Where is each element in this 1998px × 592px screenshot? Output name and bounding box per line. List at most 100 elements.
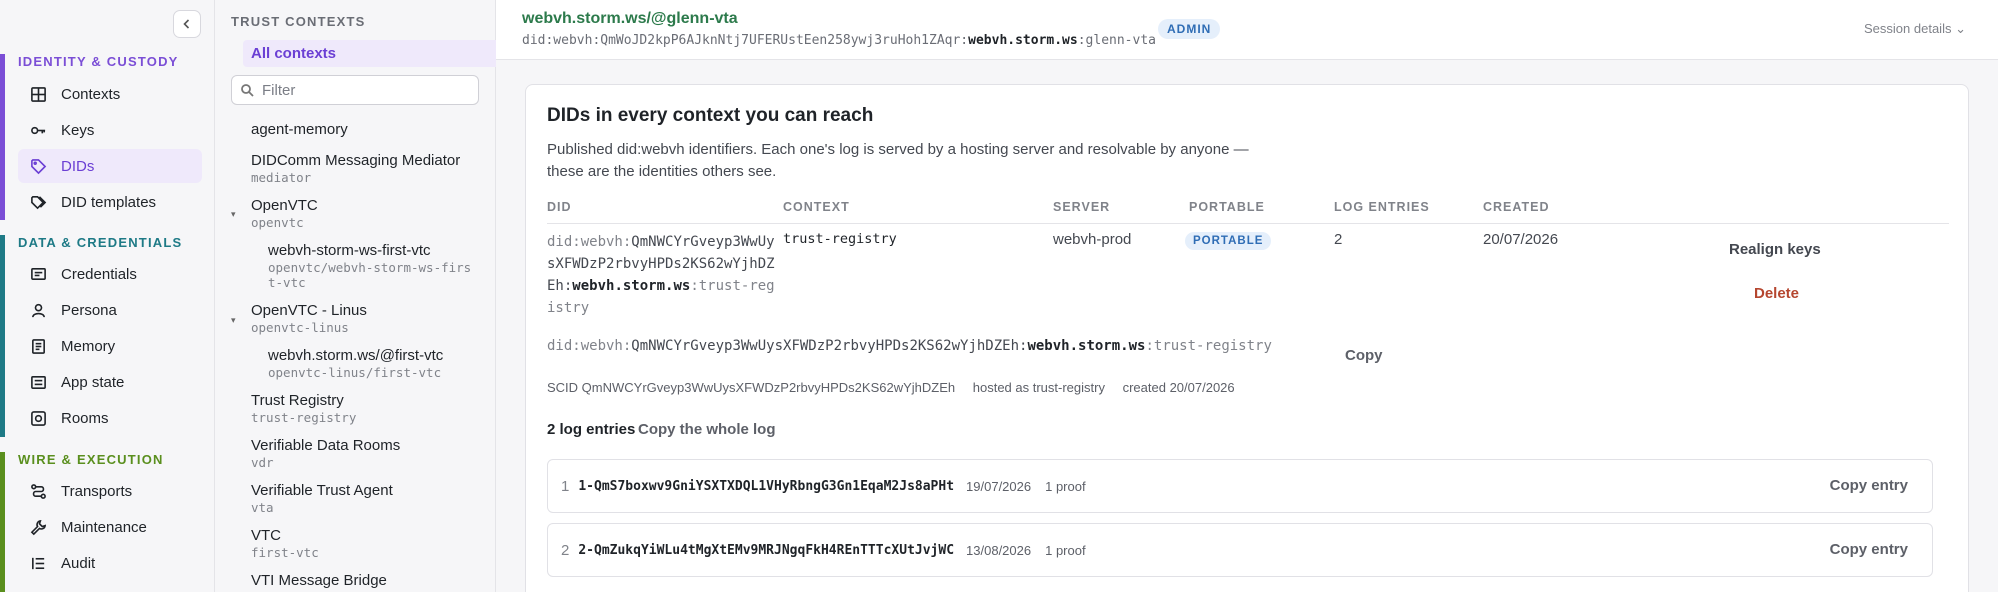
copy-did-button[interactable]: Copy xyxy=(1345,347,1383,364)
nav-item-transports[interactable]: Transports xyxy=(18,474,202,508)
did-prefix: did:webvh: xyxy=(547,338,632,354)
did-path: :glenn-vta xyxy=(1077,33,1156,48)
nav-item-rooms[interactable]: Rooms xyxy=(18,401,202,435)
did-host: webvh.storm.ws xyxy=(572,278,691,294)
context-item-mediator[interactable]: DIDComm Messaging Mediator mediator xyxy=(251,152,460,185)
session-details-button[interactable]: Session details ⌄ xyxy=(1864,21,1966,37)
created-value: 20/07/2026 xyxy=(1483,231,1559,248)
caret-down-icon[interactable]: ▾ xyxy=(231,209,236,220)
log-entry-date: 19/07/2026 xyxy=(966,478,1032,494)
main-content: webvh.storm.ws/@glenn-vta did:webvh:QmWo… xyxy=(496,0,1998,592)
nav-item-persona[interactable]: Persona xyxy=(18,293,202,327)
context-value: trust-registry xyxy=(783,231,897,247)
chevron-left-icon xyxy=(183,19,190,29)
context-item-vdr[interactable]: Verifiable Data Rooms vdr xyxy=(251,437,400,470)
document-icon xyxy=(29,337,47,355)
copy-entry-button[interactable]: Copy entry xyxy=(1830,477,1908,494)
full-did: did:webvh:QmNWCYrGveyp3WwUysXFWDzP2rbvyH… xyxy=(547,338,1272,354)
context-name: Trust Registry xyxy=(251,392,344,409)
header-divider xyxy=(547,223,1949,224)
nav-item-keys[interactable]: Keys xyxy=(18,113,202,147)
context-name: VTI Message Bridge xyxy=(251,572,387,589)
nav-item-label: Keys xyxy=(61,121,95,139)
list-icon xyxy=(29,554,47,572)
trust-contexts-panel: TRUST CONTEXTS All contexts agent-memory… xyxy=(215,0,496,592)
nav-item-label: DID templates xyxy=(61,193,157,211)
context-slug: openvtc xyxy=(251,215,304,230)
column-header-created: CREATED xyxy=(1483,200,1550,214)
nav-group-title: WIRE & EXECUTION xyxy=(18,452,164,467)
wrench-icon xyxy=(29,518,47,536)
context-slug: openvtc-linus/first-vtc xyxy=(268,365,442,380)
did-host: webvh.storm.ws xyxy=(1027,338,1146,354)
context-item-openvtc-linus[interactable]: OpenVTC - Linus openvtc-linus xyxy=(251,302,367,335)
log-heading: 2 log entries xyxy=(547,421,636,438)
panel-title: TRUST CONTEXTS xyxy=(231,14,366,29)
context-item-vta[interactable]: Verifiable Trust Agent vta xyxy=(251,482,393,515)
did-prefix: did:webvh: xyxy=(547,234,632,250)
context-name: VTC xyxy=(251,527,281,544)
copy-entry-button[interactable]: Copy entry xyxy=(1830,541,1908,558)
context-slug: trust-registry xyxy=(251,410,357,425)
nav-item-dids[interactable]: DIDs xyxy=(18,149,202,183)
filter-field[interactable] xyxy=(231,75,479,105)
nav-item-label: App state xyxy=(61,373,125,391)
nav-item-label: Transports xyxy=(61,482,133,500)
person-icon xyxy=(29,301,47,319)
nav-item-label: Contexts xyxy=(61,85,121,103)
nav-item-contexts[interactable]: Contexts xyxy=(18,77,202,111)
hosted-text: hosted as trust-registry xyxy=(972,380,1105,395)
nav-item-label: Rooms xyxy=(61,409,109,427)
column-header-log-entries: LOG ENTRIES xyxy=(1334,200,1430,214)
nav-item-audit[interactable]: Audit xyxy=(18,546,202,580)
nav-item-label: DIDs xyxy=(61,157,95,175)
delete-button[interactable]: Delete xyxy=(1754,285,1799,302)
nav-item-maintenance[interactable]: Maintenance xyxy=(18,510,202,544)
card-description: Published did:webvh identifiers. Each on… xyxy=(547,141,1249,180)
log-entry: 2 2-QmZukqYiWLu4tMgXtEMv9MRJNgqFkH4REnTT… xyxy=(547,523,1933,577)
nav-group-title: DATA & CREDENTIALS xyxy=(18,235,183,250)
context-slug: mediator xyxy=(251,170,312,185)
context-name: webvh-storm-ws-first-vtc xyxy=(268,242,431,259)
role-badge: ADMIN xyxy=(1158,19,1221,39)
context-slug: openvtc-linus xyxy=(251,320,349,335)
log-entry: 1 1-QmS7boxwv9GniYSXTXDQL1VHyRbngG3Gn1Eq… xyxy=(547,459,1933,513)
filter-input[interactable] xyxy=(262,81,462,99)
realign-keys-button[interactable]: Realign keys xyxy=(1729,241,1821,258)
context-item-trust-registry[interactable]: Trust Registry trust-registry xyxy=(251,392,356,425)
log-entry-proofs: 1 proof xyxy=(1045,478,1086,494)
group-accent-bar xyxy=(0,54,5,220)
column-header-context: CONTEXT xyxy=(783,200,850,214)
did-path: :trust-registry xyxy=(1145,338,1272,354)
nav-item-credentials[interactable]: Credentials xyxy=(18,257,202,291)
group-accent-bar xyxy=(0,235,5,437)
context-item-webvh-first-vtc[interactable]: webvh.storm.ws/@first-vtc openvtc-linus/… xyxy=(268,347,443,380)
did-host: webvh.storm.ws xyxy=(968,33,1078,48)
did-prefix: did:webvh: xyxy=(522,33,601,48)
context-slug: first-vtc xyxy=(251,545,319,560)
copy-whole-log-button[interactable]: Copy the whole log xyxy=(638,421,776,438)
server-value: webvh-prod xyxy=(1053,231,1132,248)
context-name: OpenVTC - Linus xyxy=(251,302,367,319)
nav-item-label: Persona xyxy=(61,301,117,319)
context-item-webvh-storm-ws-first-vtc[interactable]: webvh-storm-ws-first-vtc openvtc/webvh-s… xyxy=(268,242,473,290)
all-contexts-item[interactable]: All contexts xyxy=(243,40,496,67)
nav-item-app-state[interactable]: App state xyxy=(18,365,202,399)
context-item-agent-memory[interactable]: agent-memory xyxy=(251,121,348,139)
nav-item-did-templates[interactable]: DID templates xyxy=(18,185,202,219)
session-label: Session details xyxy=(1864,21,1952,36)
nav-item-label: Audit xyxy=(61,554,96,572)
nav-item-memory[interactable]: Memory xyxy=(18,329,202,363)
column-header-did: DID xyxy=(547,200,572,214)
primary-nav: IDENTITY & CUSTODY Contexts Keys DIDs DI… xyxy=(0,0,215,592)
group-accent-bar xyxy=(0,452,5,592)
collapse-sidebar-button[interactable] xyxy=(173,10,201,38)
tag-icon xyxy=(29,157,47,175)
route-icon xyxy=(29,482,47,500)
nav-group-data: DATA & CREDENTIALS Credentials Persona M… xyxy=(0,235,215,437)
caret-down-icon[interactable]: ▾ xyxy=(231,315,236,326)
context-item-vtc[interactable]: VTC first-vtc xyxy=(251,527,319,560)
did-metadata: SCID QmNWCYrGveyp3WwUysXFWDzP2rbvyHPDs2K… xyxy=(547,380,1249,395)
context-item-vti-message-bridge[interactable]: VTI Message Bridge xyxy=(251,572,387,590)
context-item-openvtc[interactable]: OpenVTC openvtc xyxy=(251,197,318,230)
